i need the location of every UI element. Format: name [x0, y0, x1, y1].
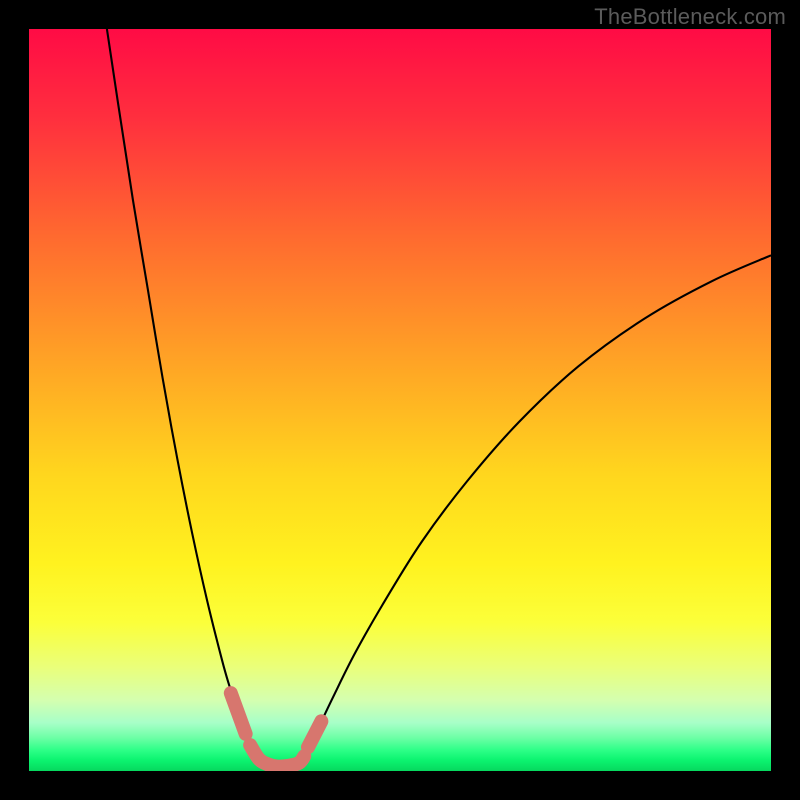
chart-svg: [29, 29, 771, 771]
chart-frame: TheBottleneck.com: [0, 0, 800, 800]
plot-area: [29, 29, 771, 771]
gradient-background: [29, 29, 771, 771]
watermark-text: TheBottleneck.com: [594, 4, 786, 30]
